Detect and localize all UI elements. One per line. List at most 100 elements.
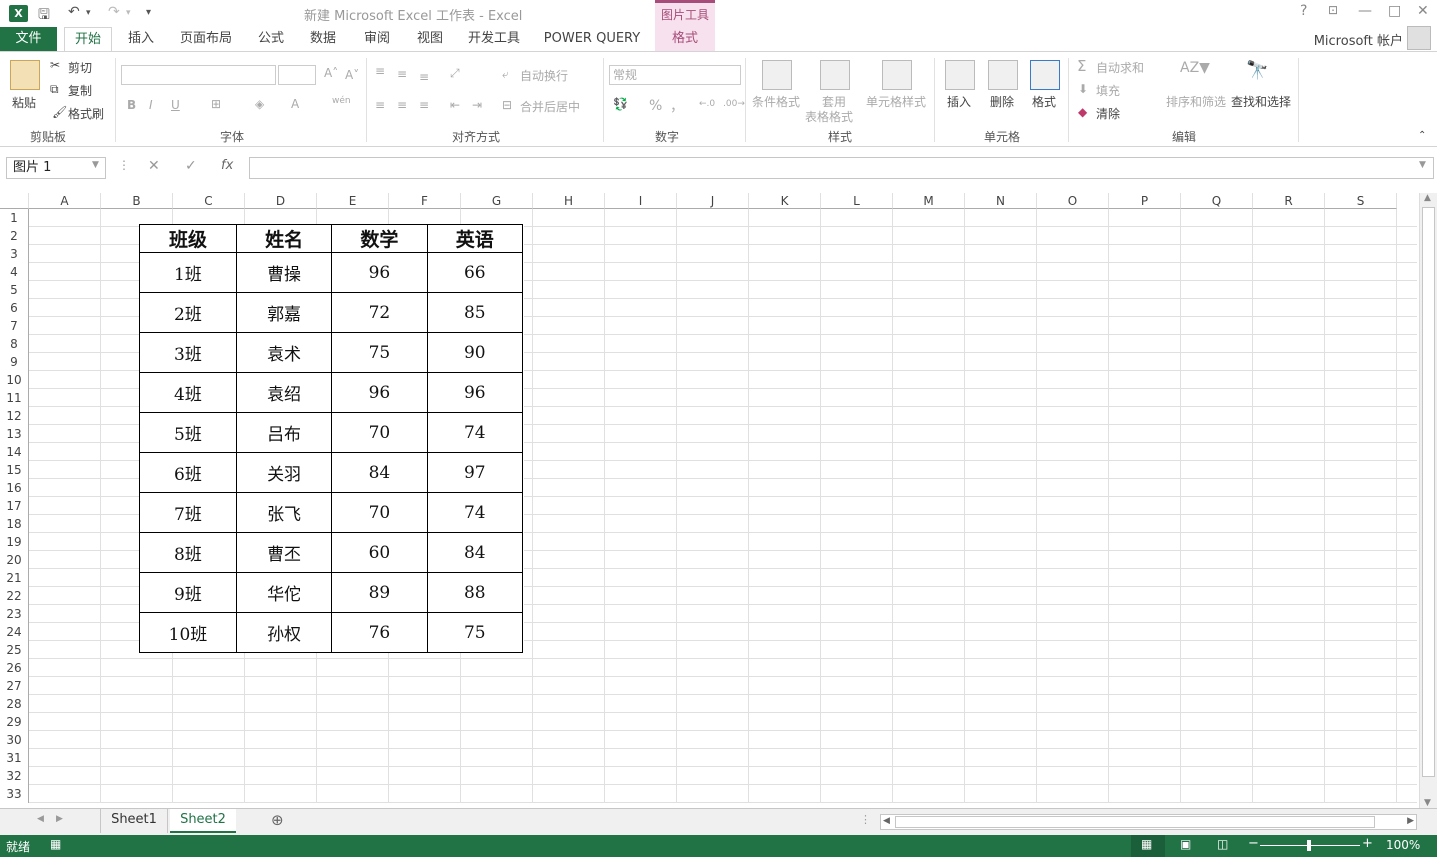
customize-qat-icon[interactable]: ▾ [146, 7, 151, 18]
sort-filter-icon[interactable]: AZ▼ [1180, 60, 1210, 76]
next-sheet-icon[interactable]: ▶ [56, 814, 63, 824]
column-header[interactable]: Q [1181, 193, 1253, 209]
cut-icon[interactable]: ✂ [50, 58, 60, 72]
zoom-out-button[interactable]: − [1248, 836, 1259, 851]
row-header[interactable]: 15 [0, 461, 29, 479]
name-box-dropdown-icon[interactable]: ▼ [92, 160, 99, 170]
clear-button[interactable]: 清除 [1096, 105, 1120, 122]
shrink-font-icon[interactable]: A˅ [345, 68, 359, 82]
accounting-format-icon[interactable]: 💱 [613, 97, 628, 111]
close-button[interactable]: ✕ [1417, 3, 1429, 19]
tab-view[interactable]: 视图 [409, 27, 451, 51]
normal-view-button[interactable]: ▦ [1131, 835, 1165, 857]
row-header[interactable]: 13 [0, 425, 29, 443]
cancel-icon[interactable]: ✕ [148, 158, 160, 174]
row-header[interactable]: 23 [0, 605, 29, 623]
tab-file[interactable]: 文件 [0, 27, 57, 51]
fill-icon[interactable]: ⬇ [1078, 82, 1088, 96]
column-header[interactable]: F [389, 193, 461, 209]
wrap-text-button[interactable]: 自动换行 [520, 67, 568, 84]
name-box[interactable]: 图片 1 [6, 157, 106, 179]
row-header[interactable]: 1 [0, 209, 29, 227]
tab-developer[interactable]: 开发工具 [462, 27, 526, 51]
save-icon[interactable]: 🖫 [38, 4, 50, 28]
minimize-button[interactable]: — [1358, 3, 1372, 19]
new-sheet-icon[interactable]: ⊕ [271, 811, 284, 829]
font-color-icon[interactable]: A [291, 97, 299, 111]
paste-button[interactable]: 粘贴 [12, 94, 36, 111]
vertical-scrollbar[interactable]: ▲ ▼ [1419, 193, 1437, 808]
column-header[interactable]: I [605, 193, 677, 209]
row-header[interactable]: 8 [0, 335, 29, 353]
row-header[interactable]: 11 [0, 389, 29, 407]
zoom-in-button[interactable]: + [1362, 836, 1373, 851]
format-as-table-icon[interactable] [820, 60, 850, 90]
row-header[interactable]: 9 [0, 353, 29, 371]
find-select-icon[interactable]: 🔭 [1246, 60, 1268, 81]
merge-icon[interactable]: ⊟ [502, 98, 512, 112]
expand-formula-icon[interactable]: ▼ [1419, 160, 1426, 170]
format-cells-button[interactable]: 格式 [1032, 93, 1056, 110]
page-layout-view-icon[interactable]: ▣ [1180, 837, 1191, 851]
help-icon[interactable]: ? [1300, 3, 1307, 19]
format-cells-icon[interactable] [1030, 60, 1060, 90]
zoom-slider-thumb[interactable] [1307, 840, 1311, 851]
align-middle-icon[interactable]: ≡ [397, 67, 407, 81]
page-break-view-icon[interactable]: ◫ [1217, 837, 1228, 851]
row-header[interactable]: 22 [0, 587, 29, 605]
align-bottom-icon[interactable]: ≡ [419, 70, 429, 84]
row-header[interactable]: 33 [0, 785, 29, 803]
row-header[interactable]: 21 [0, 569, 29, 587]
row-header[interactable]: 2 [0, 227, 29, 245]
column-header[interactable]: B [101, 193, 173, 209]
row-header[interactable]: 19 [0, 533, 29, 551]
picture-1[interactable]: 班级 姓名 数学 英语 1班 曹操 96 66 2班 郭嘉 72 85 3班 袁术 75 90 4班 袁绍 96 9… [139, 224, 524, 653]
ribbon-display-icon[interactable]: ⊡ [1328, 3, 1338, 17]
scroll-left-icon[interactable]: ◀ [883, 816, 890, 826]
grow-font-icon[interactable]: A˄ [324, 66, 338, 80]
orientation-icon[interactable]: ⤢ [450, 66, 460, 81]
cell-styles-button[interactable]: 单元格样式 [866, 93, 926, 110]
format-painter-icon[interactable]: 🖌 [52, 105, 67, 119]
redo-dropdown-icon[interactable]: ▾ [126, 8, 131, 18]
redo-icon[interactable]: ↷ [108, 4, 120, 20]
row-header[interactable]: 31 [0, 749, 29, 767]
column-header[interactable]: D [245, 193, 317, 209]
row-header[interactable]: 32 [0, 767, 29, 785]
column-header[interactable]: O [1037, 193, 1109, 209]
row-header[interactable]: 14 [0, 443, 29, 461]
row-header[interactable]: 10 [0, 371, 29, 389]
cut-button[interactable]: 剪切 [68, 59, 92, 76]
row-header[interactable]: 24 [0, 623, 29, 641]
insert-cells-button[interactable]: 插入 [947, 93, 971, 110]
sort-filter-button[interactable]: 排序和筛选 [1166, 93, 1226, 110]
tab-split-handle-icon[interactable]: ⋮ [860, 813, 871, 826]
decrease-decimal-icon[interactable]: .00→ [723, 99, 745, 109]
conditional-format-button[interactable]: 条件格式 [752, 93, 800, 110]
column-header[interactable]: M [893, 193, 965, 209]
scroll-down-icon[interactable]: ▼ [1424, 798, 1431, 808]
tab-home[interactable]: 开始 [64, 27, 112, 52]
scroll-up-icon[interactable]: ▲ [1424, 193, 1431, 203]
row-header[interactable]: 20 [0, 551, 29, 569]
row-header[interactable]: 16 [0, 479, 29, 497]
font-size-combo[interactable] [278, 65, 316, 85]
paste-icon[interactable] [10, 60, 40, 90]
decrease-indent-icon[interactable]: ⇤ [450, 98, 460, 112]
tab-review[interactable]: 审阅 [356, 27, 398, 51]
zoom-level[interactable]: 100% [1386, 838, 1420, 852]
bold-button[interactable]: B [127, 98, 136, 112]
fill-color-icon[interactable]: ◈ [255, 97, 264, 111]
increase-decimal-icon[interactable]: ←.0 [699, 99, 715, 109]
phonetic-icon[interactable]: wén [332, 96, 351, 106]
merge-center-button[interactable]: 合并后居中 [520, 98, 580, 115]
percent-button[interactable]: % [649, 98, 662, 114]
column-header[interactable]: L [821, 193, 893, 209]
row-header[interactable]: 30 [0, 731, 29, 749]
clear-icon[interactable]: ◆ [1078, 105, 1087, 119]
account-name[interactable]: Microsoft 帐户 [1314, 30, 1403, 49]
row-header[interactable]: 12 [0, 407, 29, 425]
align-right-icon[interactable]: ≡ [419, 98, 429, 112]
row-header[interactable]: 17 [0, 497, 29, 515]
column-header[interactable]: E [317, 193, 389, 209]
